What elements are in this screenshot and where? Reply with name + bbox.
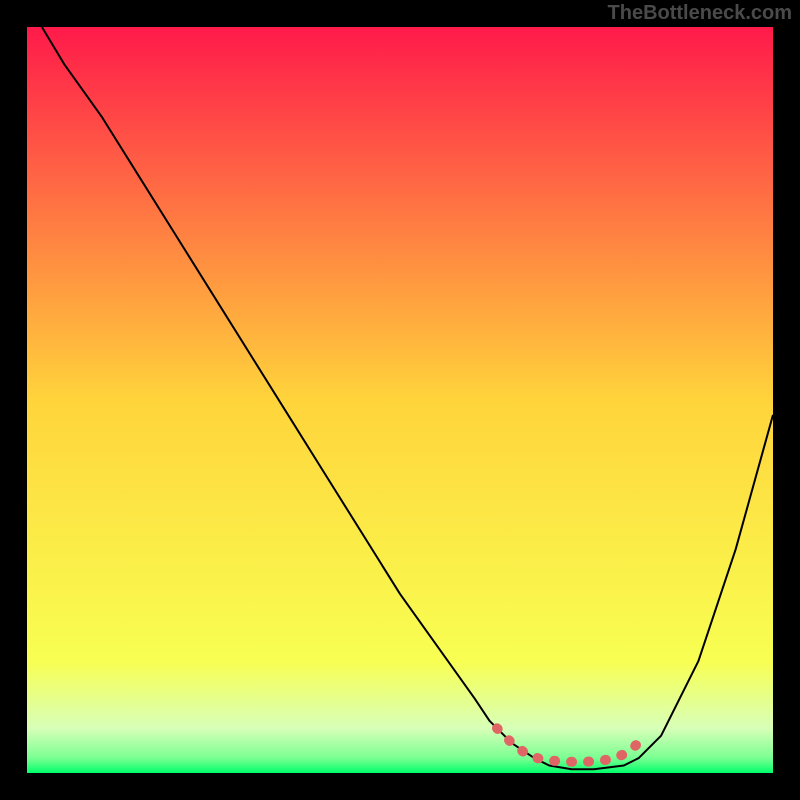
chart-container: TheBottleneck.com bbox=[0, 0, 800, 800]
plot-background bbox=[27, 27, 773, 773]
watermark-text: TheBottleneck.com bbox=[608, 2, 792, 25]
plot-area bbox=[27, 27, 773, 773]
chart-svg bbox=[27, 27, 773, 773]
